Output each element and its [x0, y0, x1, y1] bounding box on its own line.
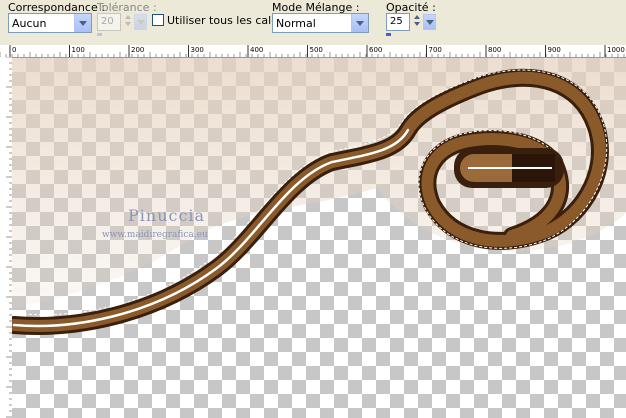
ruler-tick-label: 1000: [607, 46, 625, 54]
tolerance-slider[interactable]: [97, 33, 102, 36]
ruler-tick-label: 500: [310, 46, 323, 54]
watermark-name: Pinuccia: [128, 206, 206, 225]
ruler-tick-label: 700: [429, 46, 442, 54]
ruler-tick-label: 400: [250, 46, 263, 54]
ruler-tick-label: 600: [369, 46, 382, 54]
watermark-site: www.maidiregrafica.eu: [102, 230, 208, 240]
chevron-down-icon[interactable]: [351, 14, 368, 32]
ruler-tick-label: 300: [191, 46, 204, 54]
ruler-tick-label: 800: [488, 46, 501, 54]
blend-mode-value: Normal: [276, 17, 316, 30]
tolerance-input[interactable]: 20: [97, 13, 121, 31]
opacity-arrows[interactable]: [411, 13, 422, 31]
chevron-down-icon[interactable]: [423, 14, 436, 30]
use-all-layers-checkbox[interactable]: [152, 14, 164, 26]
match-mode-select[interactable]: Aucun: [8, 13, 92, 33]
chevron-down-icon[interactable]: [74, 14, 91, 32]
opacity-input[interactable]: 25: [386, 13, 410, 31]
vertical-ruler-scale: [6, 57, 12, 418]
horizontal-ruler: 0 100 200 300 400 500 600 700 800 900 1000: [0, 45, 626, 58]
opacity-spinner[interactable]: 25: [386, 13, 436, 36]
tolerance-arrows[interactable]: [122, 13, 133, 31]
tool-options-bar: Correspondance : Aucun Tolérance : 20 Ut…: [0, 0, 626, 46]
match-mode-value: Aucun: [12, 17, 47, 30]
ruler-tick-label: 0: [12, 46, 16, 54]
image-canvas[interactable]: Pinuccia www.maidiregrafica.eu: [12, 58, 626, 418]
blend-mode-select[interactable]: Normal: [272, 13, 369, 33]
ruler-tick-label: 100: [72, 46, 85, 54]
opacity-slider[interactable]: [386, 33, 391, 36]
tolerance-spinner[interactable]: 20: [97, 13, 147, 36]
chevron-down-icon[interactable]: [134, 14, 147, 30]
ruler-scale: 0 100 200 300 400 500 600 700 800 900 1000: [0, 45, 625, 57]
ruler-tick-label: 200: [131, 46, 144, 54]
ruler-tick-label: 900: [548, 46, 561, 54]
